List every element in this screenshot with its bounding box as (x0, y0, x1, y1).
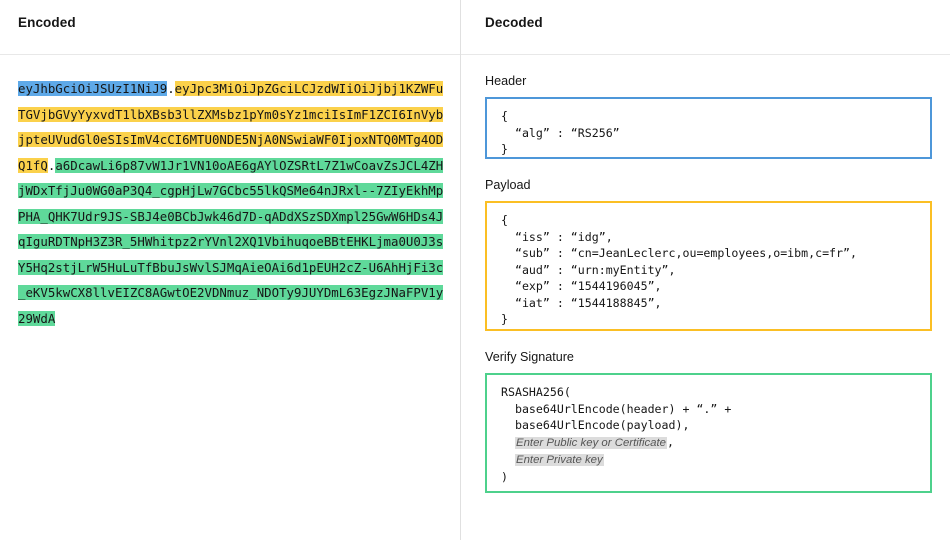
public-key-input[interactable]: Enter Public key or Certificate (514, 436, 668, 449)
verify-signature-section: Verify Signature RSASHA256( base64UrlEnc… (485, 349, 932, 493)
sig-line-2: base64UrlEncode(header) + “.” + (501, 401, 732, 416)
sig-line-1: RSASHA256( (501, 385, 571, 399)
token-separator-1: . (167, 81, 175, 96)
verify-signature-label: Verify Signature (485, 350, 574, 364)
header-section: Header { “alg” : “RS256” } (485, 73, 932, 159)
token-signature-segment: a6DcawLi6p87vW1Jr1VN10oAE6gAYlOZSRtL7Z1w… (18, 157, 444, 326)
payload-code-box[interactable]: { “iss” : “idg”, “sub” : “cn=JeanLeclerc… (485, 201, 932, 331)
verify-signature-code-box[interactable]: RSASHA256( base64UrlEncode(header) + “.”… (485, 373, 932, 493)
sig-comma: , (667, 434, 674, 449)
jwt-debugger: Encoded eyJhbGciOiJSUzI1NiJ9.eyJpc3MiOiJ… (0, 0, 950, 540)
private-key-input[interactable]: Enter Private key (514, 454, 604, 466)
decoded-pane: Decoded Header { “alg” : “RS256” } Paylo… (461, 0, 950, 540)
payload-section-label: Payload (485, 178, 531, 192)
encoded-pane-title: Encoded (18, 15, 76, 30)
sig-line-close: ) (501, 469, 508, 484)
decoded-header-divider (461, 54, 950, 55)
decoded-pane-title: Decoded (485, 15, 543, 30)
token-header-segment: eyJhbGciOiJSUzI1NiJ9 (18, 81, 168, 96)
encoded-pane: Encoded eyJhbGciOiJSUzI1NiJ9.eyJpc3MiOiJ… (0, 0, 460, 540)
header-code-box[interactable]: { “alg” : “RS256” } (485, 97, 932, 159)
header-section-label: Header (485, 74, 527, 88)
encoded-token-input[interactable]: eyJhbGciOiJSUzI1NiJ9.eyJpc3MiOiJpZGciLCJ… (18, 76, 444, 331)
payload-section: Payload { “iss” : “idg”, “sub” : “cn=Jea… (485, 177, 932, 331)
encoded-header-divider (0, 54, 460, 55)
sig-line-3: base64UrlEncode(payload), (501, 418, 690, 432)
